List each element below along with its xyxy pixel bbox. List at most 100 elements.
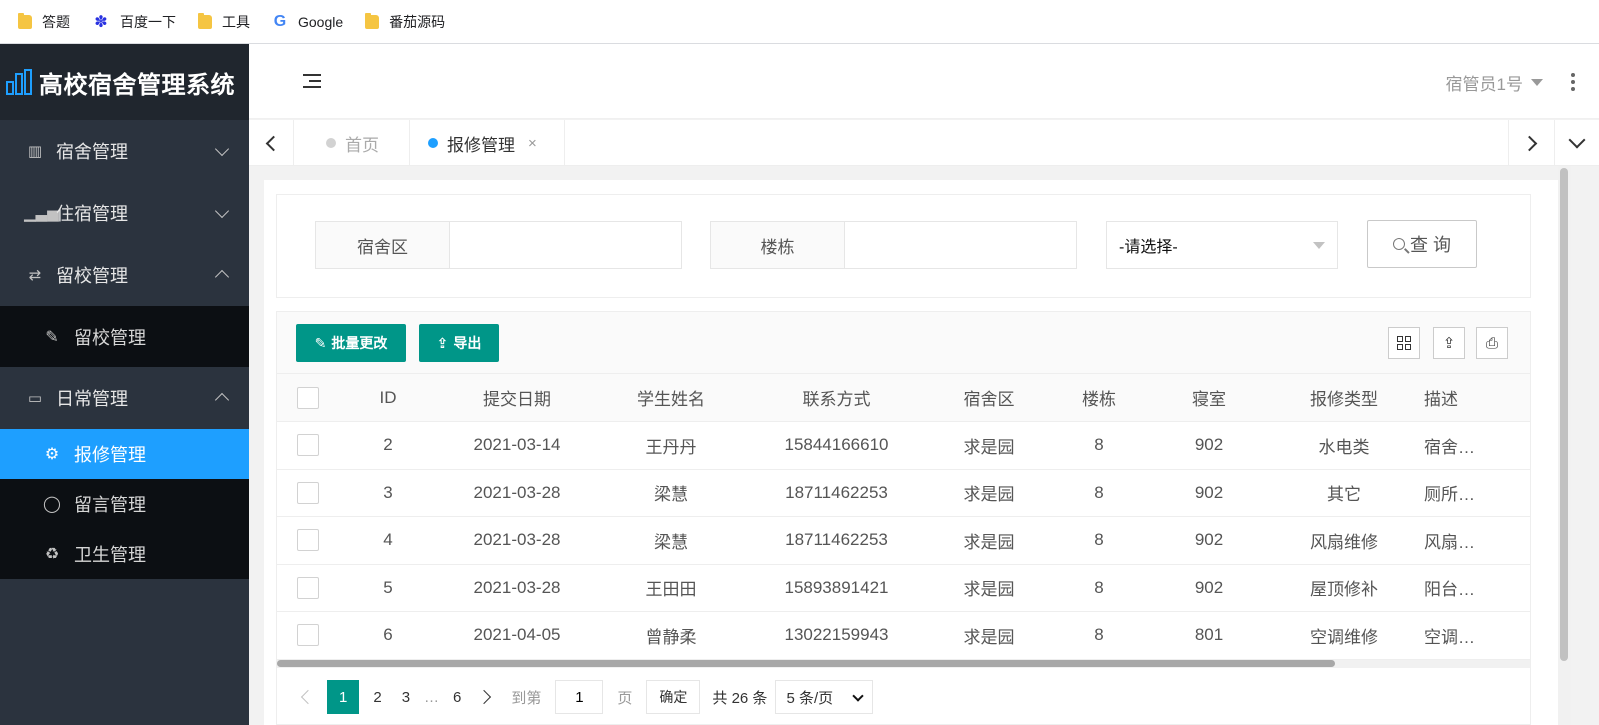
horizontal-scrollbar[interactable]: [277, 660, 1530, 668]
sidebar-item-lodging[interactable]: ▁▃▅ 住宿管理: [0, 182, 249, 244]
area-label: 宿舍区: [316, 222, 450, 268]
column-header[interactable]: 宿舍区: [928, 374, 1050, 422]
page-ellipsis: …: [424, 688, 440, 706]
export-icon: ⇪: [436, 334, 449, 351]
page-1-button[interactable]: 1: [327, 680, 360, 714]
row-checkbox[interactable]: [297, 624, 319, 647]
column-filter-button[interactable]: [1388, 327, 1420, 359]
row-checkbox[interactable]: [297, 481, 319, 504]
chat-icon: ◯: [43, 496, 61, 513]
folder-icon: [18, 12, 32, 29]
building-input[interactable]: [845, 222, 1076, 268]
page-2-button[interactable]: 2: [363, 689, 391, 706]
bookmark-tools[interactable]: 工具: [198, 12, 250, 32]
sidebar-item-stay[interactable]: ⇄ 留校管理: [0, 244, 249, 306]
export-table-button[interactable]: ⇪: [1433, 327, 1465, 359]
folder-icon: [365, 12, 380, 29]
table-cell: 风扇…: [1418, 516, 1530, 565]
tab-home[interactable]: 首页: [294, 120, 410, 166]
search-icon: [1392, 238, 1405, 250]
sidebar-item-daily[interactable]: ▭ 日常管理: [0, 367, 249, 429]
stay-submenu: ✎ 留校管理: [0, 306, 249, 367]
query-button[interactable]: 查 询: [1367, 220, 1477, 268]
columns-icon: [1397, 336, 1411, 350]
close-icon[interactable]: ×: [528, 135, 537, 152]
app-title: 高校宿舍管理系统: [39, 71, 235, 99]
select-all-checkbox[interactable]: [297, 386, 319, 409]
table-cell: 求是园: [928, 516, 1050, 565]
table-cell: 空调维修: [1270, 611, 1418, 660]
chevron-up-icon: [214, 268, 230, 285]
prev-page-icon[interactable]: [300, 689, 316, 705]
export-button[interactable]: ⇪ 导出: [419, 324, 499, 362]
bookmark-baidu[interactable]: ✽ 百度一下: [92, 12, 176, 32]
page-size-select[interactable]: 5 条/页: [775, 680, 874, 714]
column-header[interactable]: 描述: [1418, 374, 1530, 422]
table-cell: 水电类: [1270, 421, 1418, 470]
next-page-icon[interactable]: [477, 689, 492, 705]
row-checkbox-cell: [277, 421, 339, 470]
row-checkbox[interactable]: [297, 576, 319, 599]
bookmark-dati[interactable]: 答题: [18, 12, 70, 32]
row-checkbox[interactable]: [297, 529, 319, 552]
table-cell: 梁慧: [597, 516, 745, 565]
top-header: 宿管员1号: [249, 44, 1599, 119]
table-cell: 曾静柔: [597, 611, 745, 660]
page-3-button[interactable]: 3: [392, 689, 420, 706]
table-row[interactable]: 6 2021-04-05 曾静柔 13022159943 求是园 8 801 空…: [277, 611, 1530, 660]
tabs-next-button[interactable]: [1508, 120, 1553, 166]
user-menu[interactable]: 宿管员1号: [1446, 70, 1543, 95]
goto-page-input[interactable]: [555, 680, 604, 714]
pencil-icon: ✎: [314, 334, 327, 351]
table-cell: 2021-03-28: [437, 469, 597, 517]
more-vertical-icon[interactable]: [1571, 73, 1575, 94]
total-count: 共 26 条: [712, 689, 768, 707]
area-input[interactable]: [450, 222, 681, 268]
sidebar-item-message[interactable]: ◯ 留言管理: [0, 479, 249, 529]
sidebar-item-repair[interactable]: ⚙ 报修管理: [0, 429, 249, 479]
table-cell: 902: [1148, 564, 1270, 612]
horizontal-scroll-thumb[interactable]: [277, 660, 1335, 667]
table-cell: 902: [1148, 516, 1270, 565]
tabs-prev-button[interactable]: [249, 120, 294, 166]
vertical-scroll-thumb[interactable]: [1560, 168, 1568, 661]
edit-icon: ✎: [45, 328, 59, 346]
row-checkbox-cell: [277, 611, 339, 660]
batch-edit-button[interactable]: ✎ 批量更改: [296, 324, 406, 362]
sidebar-item-hygiene[interactable]: ♻ 卫生管理: [0, 529, 249, 579]
building-label: 楼栋: [711, 222, 845, 268]
table-row[interactable]: 5 2021-03-28 王田田 15893891421 求是园 8 902 屋…: [277, 564, 1530, 612]
type-select[interactable]: -请选择-: [1106, 221, 1338, 269]
sidebar-item-stay-manage[interactable]: ✎ 留校管理: [0, 306, 249, 367]
chevron-down-icon: [852, 690, 865, 702]
table-cell: 风扇维修: [1270, 516, 1418, 565]
transfer-icon: ⇄: [28, 267, 42, 284]
row-checkbox[interactable]: [297, 434, 319, 457]
logo[interactable]: 高校宿舍管理系统: [0, 44, 249, 120]
tab-dot-icon: [326, 138, 336, 148]
goto-confirm-button[interactable]: 确定: [646, 680, 701, 714]
tabs-menu-button[interactable]: [1554, 120, 1599, 166]
sidebar-item-dorm[interactable]: ▥ 宿舍管理: [0, 120, 249, 182]
column-header[interactable]: ID: [339, 374, 437, 422]
chevron-right-icon: [1521, 135, 1537, 151]
table-cell: 王丹丹: [597, 421, 745, 470]
bookmark-fanqie[interactable]: 番茄源码: [365, 12, 445, 32]
column-header[interactable]: 寝室: [1148, 374, 1270, 422]
chevron-left-icon: [265, 135, 281, 151]
table-row[interactable]: 3 2021-03-28 梁慧 18711462253 求是园 8 902 其它…: [277, 469, 1530, 517]
tab-repair[interactable]: 报修管理 ×: [410, 120, 565, 166]
table-row[interactable]: 4 2021-03-28 梁慧 18711462253 求是园 8 902 风扇…: [277, 516, 1530, 565]
tab-dot-icon: [428, 138, 438, 148]
column-header[interactable]: 联系方式: [745, 374, 928, 422]
bookmark-google[interactable]: G Google: [272, 13, 343, 31]
column-header[interactable]: 楼栋: [1050, 374, 1148, 422]
page-last-button[interactable]: 6: [443, 689, 471, 706]
column-header[interactable]: 报修类型: [1270, 374, 1418, 422]
table-cell: 8: [1050, 516, 1148, 565]
menu-collapse-icon[interactable]: [303, 74, 321, 92]
print-button[interactable]: ⎙: [1476, 327, 1508, 359]
column-header[interactable]: 提交日期: [437, 374, 597, 422]
table-row[interactable]: 2 2021-03-14 王丹丹 15844166610 求是园 8 902 水…: [277, 421, 1530, 470]
column-header[interactable]: 学生姓名: [597, 374, 745, 422]
